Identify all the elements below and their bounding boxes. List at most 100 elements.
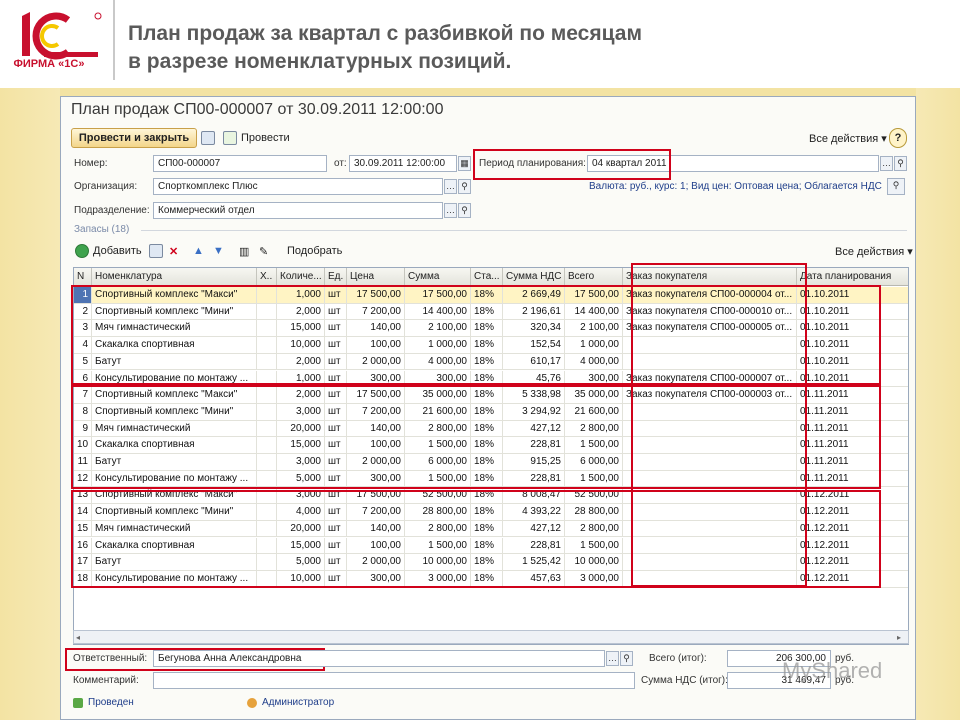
table-cell[interactable]: 14 400,00 bbox=[565, 303, 623, 320]
table-cell[interactable]: 7 bbox=[74, 387, 92, 404]
table-cell[interactable]: 228,81 bbox=[503, 437, 565, 454]
table-cell[interactable]: 2 100,00 bbox=[405, 320, 471, 337]
table-cell[interactable]: 4,000 bbox=[277, 504, 325, 521]
table-cell[interactable] bbox=[623, 570, 797, 587]
table-cell[interactable] bbox=[257, 554, 277, 571]
table-cell[interactable]: 2,000 bbox=[277, 303, 325, 320]
table-row[interactable]: 13 Спортивный комплекс "Макси" 3,000 шт 17 5… bbox=[74, 487, 908, 505]
table-cell[interactable]: 1 500,00 bbox=[405, 470, 471, 487]
select-ellipsis-icon[interactable]: … bbox=[444, 203, 457, 218]
table-cell[interactable] bbox=[257, 387, 277, 404]
table-cell[interactable]: 300,00 bbox=[347, 470, 405, 487]
table-cell[interactable]: 18% bbox=[471, 370, 503, 387]
table-cell[interactable]: шт bbox=[325, 370, 347, 387]
table-cell[interactable]: Консультирование по монтажу ... bbox=[92, 370, 257, 387]
table-cell[interactable]: 140,00 bbox=[347, 520, 405, 537]
table-cell[interactable]: 140,00 bbox=[347, 320, 405, 337]
table-cell[interactable] bbox=[623, 504, 797, 521]
all-actions-menu[interactable]: Все действия ▾ bbox=[809, 128, 887, 148]
add-row-button[interactable]: Добавить bbox=[75, 241, 142, 261]
table-cell[interactable]: 01.11.2011 bbox=[797, 387, 908, 403]
table-cell[interactable]: 01.10.2011 bbox=[797, 304, 908, 320]
table-cell[interactable]: 1,000 bbox=[277, 370, 325, 387]
table-row[interactable]: 9 Мяч гимнастический 20,000 шт 140,00 2 800,0… bbox=[74, 420, 908, 438]
table-cell[interactable]: 1 000,00 bbox=[405, 337, 471, 354]
table-cell[interactable]: 18% bbox=[471, 454, 503, 470]
table-cell[interactable]: 3 000,00 bbox=[565, 570, 623, 587]
table-cell[interactable] bbox=[623, 454, 797, 470]
table-cell[interactable]: 3,000 bbox=[277, 454, 325, 470]
column-header[interactable]: Ста... bbox=[471, 268, 503, 286]
table-cell[interactable]: 3,000 bbox=[277, 403, 325, 420]
table-cell[interactable]: 01.11.2011 bbox=[797, 454, 908, 470]
table-cell[interactable]: 2 000,00 bbox=[347, 454, 405, 470]
table-cell[interactable]: 17 500,00 bbox=[347, 487, 405, 504]
table-row[interactable]: 16 Скакалка спортивная 15,000 шт 100,00 1 500… bbox=[74, 537, 908, 555]
table-cell[interactable]: шт bbox=[325, 353, 347, 370]
table-cell[interactable]: 1 500,00 bbox=[565, 437, 623, 454]
column-header[interactable]: Номенклатура bbox=[92, 268, 257, 286]
table-cell[interactable]: 1 000,00 bbox=[565, 337, 623, 354]
table-cell[interactable] bbox=[257, 287, 277, 303]
table-cell[interactable]: Мяч гимнастический bbox=[92, 520, 257, 537]
table-cell[interactable] bbox=[257, 337, 277, 354]
table-cell[interactable]: 228,81 bbox=[503, 537, 565, 554]
table-cell[interactable]: 01.12.2011 bbox=[797, 554, 908, 570]
table-cell[interactable]: 01.11.2011 bbox=[797, 437, 908, 453]
search-icon[interactable]: ⚲ bbox=[887, 178, 905, 195]
table-cell[interactable]: Заказ покупателя СП00-000007 от... bbox=[623, 370, 797, 387]
table-cell[interactable]: Батут bbox=[92, 454, 257, 470]
date-field[interactable]: 30.09.2011 12:00:00 bbox=[349, 155, 457, 172]
period-field[interactable]: 04 квартал 2011 bbox=[587, 155, 879, 172]
post-button[interactable]: Провести bbox=[223, 128, 290, 148]
table-cell[interactable] bbox=[623, 487, 797, 504]
table-cell[interactable]: 2,000 bbox=[277, 387, 325, 404]
table-cell[interactable]: 18% bbox=[471, 403, 503, 420]
table-cell[interactable]: 7 200,00 bbox=[347, 504, 405, 521]
table-cell[interactable]: 17 500,00 bbox=[405, 287, 471, 303]
department-field[interactable]: Коммерческий отдел bbox=[153, 202, 443, 219]
table-cell[interactable]: 18% bbox=[471, 554, 503, 571]
table-cell[interactable] bbox=[257, 570, 277, 587]
table-cell[interactable]: 21 600,00 bbox=[565, 403, 623, 420]
table-cell[interactable]: 01.10.2011 bbox=[797, 354, 908, 370]
table-cell[interactable]: 13 bbox=[74, 487, 92, 504]
table-cell[interactable] bbox=[257, 537, 277, 554]
table-cell[interactable]: 610,17 bbox=[503, 353, 565, 370]
table-cell[interactable]: 3,000 bbox=[277, 487, 325, 504]
table-cell[interactable]: 140,00 bbox=[347, 420, 405, 437]
table-cell[interactable]: Заказ покупателя СП00-000005 от... bbox=[623, 320, 797, 337]
table-cell[interactable] bbox=[257, 320, 277, 337]
post-and-close-button[interactable]: Провести и закрыть bbox=[71, 128, 197, 148]
table-cell[interactable]: Батут bbox=[92, 353, 257, 370]
table-cell[interactable]: 2 000,00 bbox=[347, 554, 405, 571]
calendar-icon[interactable]: ▦ bbox=[458, 156, 471, 171]
barcode-button[interactable]: ▥ bbox=[239, 241, 249, 261]
table-cell[interactable]: 228,81 bbox=[503, 470, 565, 487]
table-cell[interactable]: 915,25 bbox=[503, 454, 565, 470]
table-cell[interactable]: Скакалка спортивная bbox=[92, 437, 257, 454]
table-row[interactable]: 2 Спортивный комплекс "Мини" 2,000 шт 7 200,… bbox=[74, 303, 908, 321]
table-cell[interactable]: 300,00 bbox=[405, 370, 471, 387]
table-cell[interactable]: шт bbox=[325, 320, 347, 337]
copy-row-button[interactable] bbox=[149, 241, 167, 261]
items-table[interactable]: N Номенклатура Х.. Количе... Ед. Цена Сумма Ста… bbox=[73, 267, 909, 645]
table-cell[interactable]: 5,000 bbox=[277, 554, 325, 571]
table-cell[interactable]: 100,00 bbox=[347, 537, 405, 554]
table-cell[interactable]: 18% bbox=[471, 420, 503, 437]
table-cell[interactable]: 3 bbox=[74, 320, 92, 337]
table-cell[interactable]: Спортивный комплекс "Макси" bbox=[92, 387, 257, 404]
table-cell[interactable]: 01.12.2011 bbox=[797, 571, 908, 587]
column-header[interactable]: Сумма bbox=[405, 268, 471, 286]
table-cell[interactable]: 7 200,00 bbox=[347, 403, 405, 420]
table-cell[interactable]: шт bbox=[325, 403, 347, 420]
table-cell[interactable]: 01.11.2011 bbox=[797, 421, 908, 437]
table-cell[interactable]: 15,000 bbox=[277, 537, 325, 554]
table-row[interactable]: 4 Скакалка спортивная 10,000 шт 100,00 1 000,… bbox=[74, 337, 908, 354]
table-cell[interactable]: 01.10.2011 bbox=[797, 371, 908, 387]
table-cell[interactable]: 18% bbox=[471, 520, 503, 537]
table-cell[interactable]: 01.10.2011 bbox=[797, 337, 908, 353]
table-cell[interactable]: 18% bbox=[471, 504, 503, 521]
pick-button[interactable]: Подобрать bbox=[287, 241, 342, 261]
table-row[interactable]: 17 Батут 5,000 шт 2 000,00 10 000,00 18% 1 525,… bbox=[74, 554, 908, 571]
